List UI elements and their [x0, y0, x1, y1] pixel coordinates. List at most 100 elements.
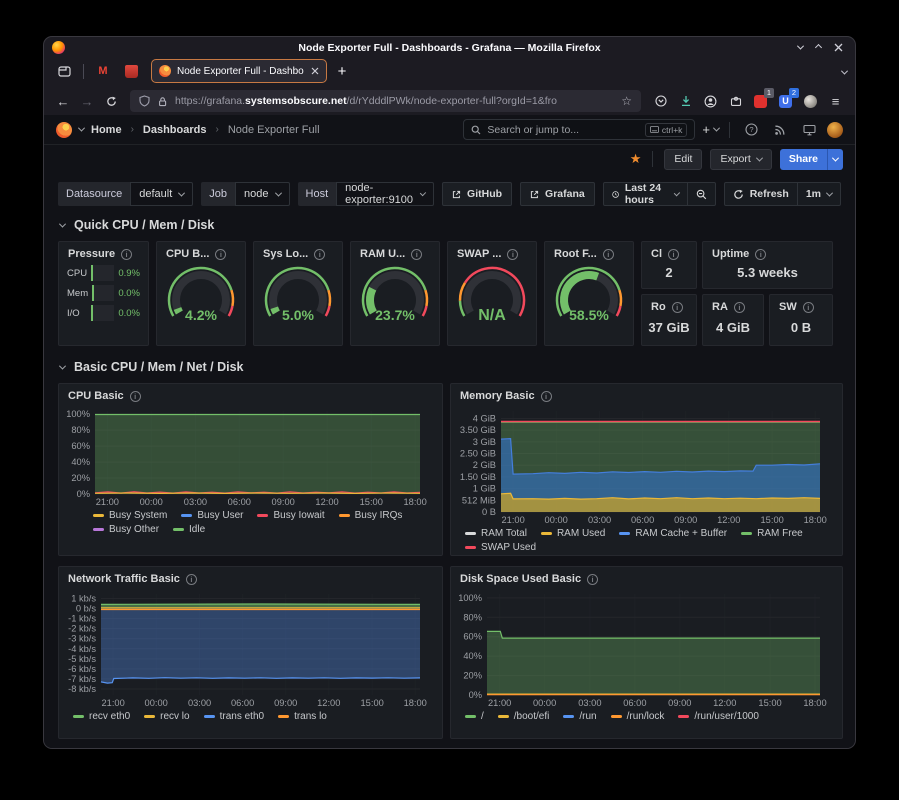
- search-shortcut: ctrl+k: [645, 123, 688, 137]
- info-icon[interactable]: [668, 249, 679, 260]
- host-select[interactable]: node-exporter:9100: [336, 182, 434, 206]
- legend-item[interactable]: Busy Other: [93, 524, 159, 535]
- legend-item[interactable]: /run/lock: [611, 711, 665, 722]
- kiosk-monitor-icon[interactable]: [798, 124, 820, 136]
- extension-blue-icon[interactable]: U 2: [774, 90, 797, 112]
- network-traffic-basic-chart[interactable]: 1 kb/s0 b/s-1 kb/s-2 kb/s-3 kb/s-4 kb/s-…: [59, 588, 428, 710]
- info-icon[interactable]: [411, 249, 422, 260]
- disk-space-used-basic-chart[interactable]: 100%80%60%40%20%0%21:0000:0003:0006:0009…: [451, 588, 828, 710]
- info-icon[interactable]: [603, 249, 614, 260]
- pinned-tab-redapp[interactable]: [119, 60, 143, 82]
- legend-swatch: [73, 715, 84, 718]
- pinned-tab-gmail[interactable]: M: [91, 60, 115, 82]
- breadcrumb-home[interactable]: Home: [91, 124, 122, 136]
- firefox-view-icon[interactable]: [52, 60, 76, 82]
- favorite-star-icon[interactable]: ★: [630, 151, 642, 167]
- bookmark-star-icon[interactable]: ☆: [621, 94, 632, 108]
- memory-basic-chart[interactable]: 4 GiB3.50 GiB3 GiB2.50 GiB2 GiB1.50 GiB1…: [451, 405, 828, 527]
- svg-text:-7 kb/s: -7 kb/s: [68, 674, 96, 684]
- new-tab-button[interactable]: +: [331, 63, 353, 80]
- legend-item[interactable]: /boot/efi: [498, 711, 550, 722]
- breadcrumb-dashboards[interactable]: Dashboards: [143, 124, 207, 136]
- legend-item[interactable]: Busy Iowait: [257, 510, 324, 521]
- legend-item[interactable]: RAM Cache + Buffer: [619, 528, 727, 539]
- info-icon[interactable]: [672, 302, 683, 313]
- job-select[interactable]: node: [235, 182, 289, 206]
- legend-item[interactable]: /: [465, 711, 484, 722]
- zoom-out-button[interactable]: [687, 183, 715, 205]
- refresh-button[interactable]: Refresh: [725, 183, 797, 205]
- section-collapse-icon: [59, 220, 66, 227]
- back-icon[interactable]: ←: [52, 90, 74, 112]
- info-icon[interactable]: [803, 302, 814, 313]
- section-quick-cpu-mem-disk[interactable]: Quick CPU / Mem / Disk: [60, 218, 841, 232]
- add-button[interactable]: +: [702, 122, 719, 137]
- legend-label: /run/user/1000: [694, 711, 759, 722]
- pocket-icon[interactable]: [649, 90, 672, 112]
- window-close-icon[interactable]: [834, 43, 843, 52]
- search-input[interactable]: Search or jump to... ctrl+k: [463, 119, 695, 140]
- section-basic-cpu-mem-net-disk[interactable]: Basic CPU / Mem / Net / Disk: [60, 360, 841, 374]
- grafana-logo-icon[interactable]: [56, 122, 72, 138]
- cpu-basic-chart[interactable]: 100%80%60%40%20%0%21:0000:0003:0006:0009…: [59, 405, 428, 509]
- svg-text:4.2%: 4.2%: [185, 307, 217, 323]
- url-text[interactable]: https://grafana.systemsobscure.net/d/rYd…: [175, 95, 614, 107]
- reload-icon[interactable]: [100, 90, 122, 112]
- info-icon[interactable]: [130, 391, 141, 402]
- info-icon[interactable]: [755, 249, 766, 260]
- github-link-button[interactable]: GitHub: [442, 182, 512, 206]
- info-icon[interactable]: [186, 574, 197, 585]
- active-tab[interactable]: Node Exporter Full - Dashbo: [151, 59, 327, 83]
- menu-icon[interactable]: ≡: [824, 90, 847, 112]
- list-all-tabs-icon[interactable]: [842, 62, 847, 80]
- account-icon[interactable]: [699, 90, 722, 112]
- grafana-link-button[interactable]: Grafana: [520, 182, 595, 206]
- time-range-button[interactable]: Last 24 hours: [604, 183, 687, 205]
- legend-item[interactable]: /run: [563, 711, 596, 722]
- refresh-interval-select[interactable]: 1m: [797, 183, 840, 205]
- tracking-shield-icon[interactable]: [139, 95, 150, 107]
- legend-item[interactable]: RAM Total: [465, 528, 527, 539]
- help-icon[interactable]: ?: [740, 123, 762, 136]
- legend-item[interactable]: trans lo: [278, 711, 327, 722]
- window-minimize-icon[interactable]: [797, 43, 804, 50]
- info-icon[interactable]: [314, 249, 325, 260]
- info-icon[interactable]: [541, 391, 552, 402]
- datasource-select[interactable]: default: [130, 182, 193, 206]
- legend-item[interactable]: /run/user/1000: [678, 711, 759, 722]
- lock-icon[interactable]: [157, 96, 168, 107]
- window-maximize-icon[interactable]: [815, 44, 822, 51]
- extension-grey-icon[interactable]: [799, 90, 822, 112]
- extension-red-icon[interactable]: 1: [749, 90, 772, 112]
- info-icon[interactable]: [734, 302, 745, 313]
- legend-item[interactable]: Busy User: [181, 510, 243, 521]
- pressure-bar-gauge: [91, 305, 114, 321]
- user-avatar[interactable]: [827, 122, 843, 138]
- legend-item[interactable]: RAM Used: [541, 528, 605, 539]
- legend-item[interactable]: recv lo: [144, 711, 189, 722]
- share-button[interactable]: Share: [780, 149, 843, 170]
- tab-close-icon[interactable]: [311, 67, 319, 75]
- share-dropdown-icon[interactable]: [827, 149, 843, 170]
- window-titlebar[interactable]: Node Exporter Full - Dashboards - Grafan…: [44, 37, 855, 58]
- info-icon[interactable]: [507, 249, 518, 260]
- news-icon[interactable]: [769, 124, 791, 136]
- extensions-icon[interactable]: [724, 90, 747, 112]
- legend-item[interactable]: SWAP Used: [465, 542, 536, 553]
- info-icon[interactable]: [121, 249, 132, 260]
- forward-icon[interactable]: →: [76, 90, 98, 112]
- legend-item[interactable]: trans eth0: [204, 711, 264, 722]
- org-switcher-chevron-icon[interactable]: [78, 125, 85, 132]
- legend-item[interactable]: Busy System: [93, 510, 167, 521]
- export-button[interactable]: Export: [710, 149, 771, 170]
- edit-button[interactable]: Edit: [664, 149, 702, 170]
- legend-item[interactable]: RAM Free: [741, 528, 803, 539]
- legend-item[interactable]: Idle: [173, 524, 205, 535]
- legend-item[interactable]: recv eth0: [73, 711, 130, 722]
- info-icon[interactable]: [215, 249, 226, 260]
- info-icon[interactable]: [587, 574, 598, 585]
- downloads-icon[interactable]: [674, 90, 697, 112]
- url-bar[interactable]: https://grafana.systemsobscure.net/d/rYd…: [130, 90, 641, 112]
- legend-item[interactable]: Busy IRQs: [339, 510, 403, 521]
- gauge-visual: 4.2%: [159, 263, 243, 331]
